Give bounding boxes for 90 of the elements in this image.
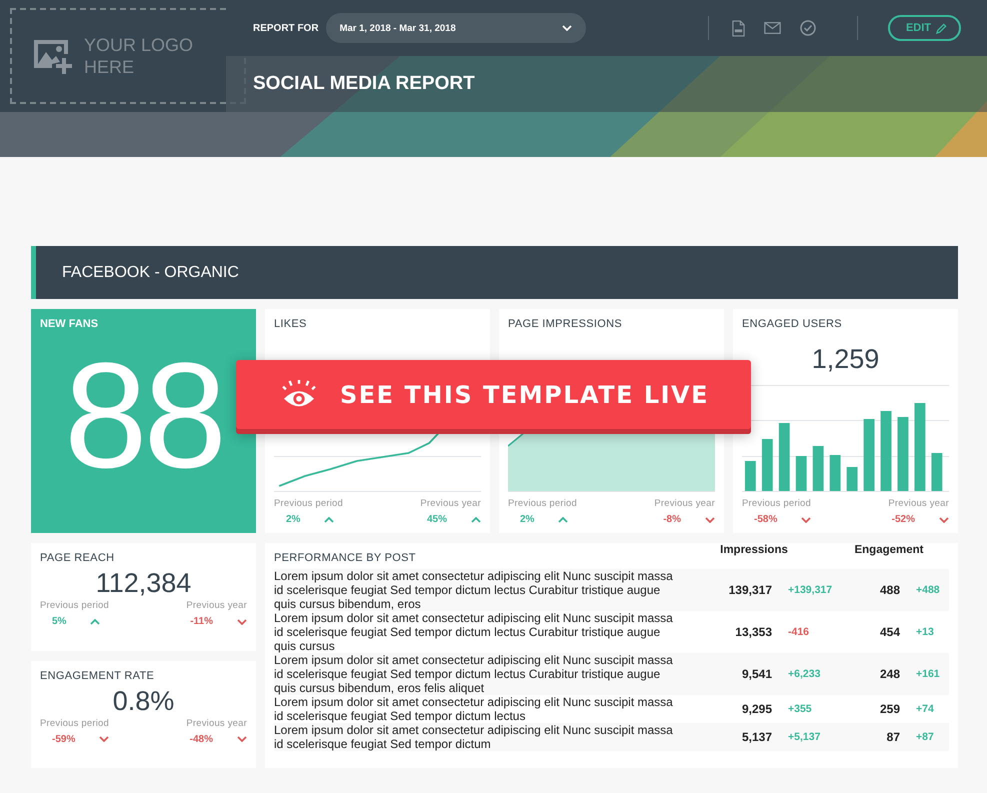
comparison-label: Previous period <box>274 498 344 509</box>
comparison-value: -8% <box>663 514 681 525</box>
chart-bar <box>744 461 756 491</box>
post-text: Lorem ipsum dolor sit amet consectetur adipiscing elit Nunc suscipit massa id scelerisque feugiat Sed tempor dictum lectus Curabitur tristique augue quis cursus <box>274 611 674 653</box>
chevron-up-icon <box>90 618 100 624</box>
change-value: +355 <box>787 703 813 715</box>
check-circle-icon[interactable] <box>800 20 816 36</box>
table-cell-text: 259 <box>878 702 900 716</box>
table-cell-text: 488 <box>878 583 900 597</box>
comparison-value: -48% <box>190 734 213 744</box>
comparison-label: Previous year <box>420 498 481 509</box>
change-value: +488 <box>915 584 941 596</box>
logo-text: YOUR LOGO HERE <box>84 34 194 78</box>
column-header: Impressions <box>719 543 789 556</box>
chart-bar <box>830 455 841 491</box>
chevron-up-icon <box>558 516 568 522</box>
comparison-value: 2% <box>286 514 300 525</box>
chart-bar <box>846 467 858 491</box>
comparison-label: Previous year <box>888 498 949 509</box>
table-cell-text: 5,137 <box>740 730 772 744</box>
metric-value: 1,259 <box>810 344 880 375</box>
card-title: PAGE REACH <box>40 552 116 564</box>
comparison-value: 45% <box>426 514 447 525</box>
mail-icon[interactable] <box>764 22 781 34</box>
card-title: ENGAGEMENT RATE <box>40 670 156 682</box>
pdf-file-icon[interactable] <box>732 20 745 36</box>
change-value: +13 <box>915 626 935 638</box>
table-cell-text: 248 <box>878 667 900 681</box>
chart-bar <box>864 419 874 491</box>
change-value: +74 <box>915 703 935 715</box>
chart-bar <box>931 453 942 491</box>
comparison-label: Previous year <box>186 600 247 611</box>
change-value: +87 <box>915 731 935 743</box>
card-title: LIKES <box>274 318 308 330</box>
chevron-down-icon <box>562 25 572 31</box>
comparison-value: -59% <box>52 734 76 744</box>
change-value: -416 <box>787 626 810 638</box>
chevron-down-icon <box>237 618 247 624</box>
chevron-down-icon <box>801 516 812 522</box>
chart-bar <box>762 439 773 491</box>
metric-value: 88 <box>63 340 224 490</box>
report-for-label: REPORT FOR <box>253 22 319 34</box>
edit-button[interactable]: EDIT <box>888 15 961 41</box>
comparison-label: Previous period <box>40 600 110 611</box>
comparison-value: 2% <box>520 514 534 525</box>
comparison-label: Previous year <box>654 498 715 509</box>
comparison-label: Previous year <box>186 718 247 728</box>
change-value: +139,317 <box>787 584 834 596</box>
image-add-icon <box>32 38 74 74</box>
change-value: +5,137 <box>787 731 822 743</box>
section-title: FACEBOOK - ORGANIC <box>62 264 239 282</box>
column-header: Engagement <box>853 543 924 556</box>
chevron-up-icon <box>471 516 481 522</box>
metric-value: 0.8% <box>112 686 176 716</box>
post-text: Lorem ipsum dolor sit amet consectetur adipiscing elit Nunc suscipit massa id scelerisque feugiat Sed tempor dictum lectus Curabitur tristique augue quis cursus bibendum, eros felis aliquet <box>274 653 674 695</box>
chevron-down-icon <box>939 516 949 522</box>
metric-value: 112,384 <box>94 568 192 598</box>
comparison-value: 5% <box>52 616 66 627</box>
pencil-icon <box>936 22 947 34</box>
post-text: Lorem ipsum dolor sit amet consectetur adipiscing elit Nunc suscipit massa id scelerisque feugiat Sed tempor dictum lectus <box>274 695 674 723</box>
chevron-up-icon <box>324 516 334 522</box>
see-template-live-button[interactable]: SEE THIS TEMPLATE LIVE <box>236 360 751 434</box>
card-title: PAGE IMPRESSIONS <box>508 318 624 330</box>
table-cell-text: 87 <box>886 730 900 744</box>
chevron-down-icon <box>705 516 715 522</box>
table-cell-text: 9,295 <box>740 702 772 716</box>
card-title: NEW FANS <box>40 318 100 330</box>
comparison-value: -11% <box>190 616 213 627</box>
chevron-down-icon <box>99 736 110 742</box>
comparison-label: Previous period <box>40 718 110 728</box>
comparison-value: -52% <box>892 514 915 525</box>
change-value: +6,233 <box>787 668 822 680</box>
comparison-label: Previous period <box>742 498 812 509</box>
table-cell-text: 454 <box>878 625 900 639</box>
chart-bar <box>778 423 790 491</box>
table-title: PERFORMANCE BY POST <box>274 552 417 564</box>
comparison-label: Previous period <box>508 498 578 509</box>
date-range-dropdown[interactable]: Mar 1, 2018 - Mar 31, 2018 <box>326 13 586 43</box>
post-text: Lorem ipsum dolor sit amet consectetur adipiscing elit Nunc suscipit massa id scelerisque feugiat Sed tempor dictum <box>274 723 674 751</box>
change-value: +161 <box>915 668 941 680</box>
post-text: Lorem ipsum dolor sit amet consectetur adipiscing elit Nunc suscipit massa id scelerisque feugiat Sed tempor dictum lectus Curabitur tristique augue quis cursus bibendum, eros <box>274 569 674 611</box>
card-title: ENGAGED USERS <box>742 318 843 330</box>
chart-bar <box>796 456 807 491</box>
table-cell-text: 13,353 <box>734 625 772 639</box>
table-cell-text: 139,317 <box>728 583 772 597</box>
table-cell-text: 9,541 <box>740 667 772 681</box>
comparison-value: -58% <box>754 514 778 525</box>
report-title: SOCIAL MEDIA REPORT <box>253 73 475 95</box>
chevron-down-icon <box>237 736 247 742</box>
chart-bar <box>812 446 824 491</box>
